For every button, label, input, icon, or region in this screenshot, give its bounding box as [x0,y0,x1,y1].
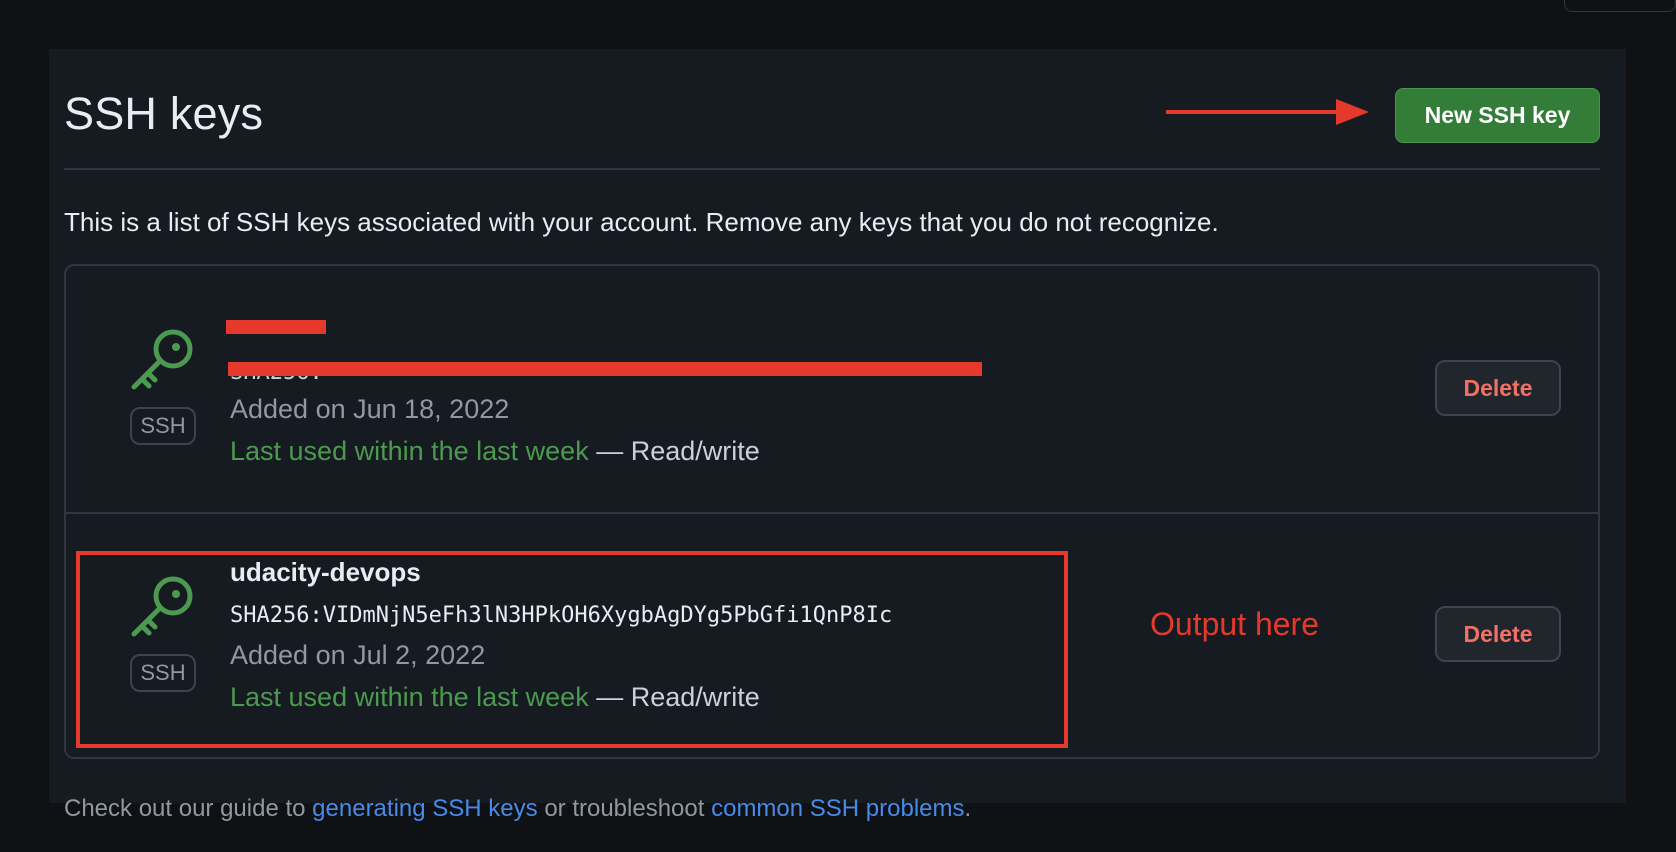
highlight-annotation-box [76,551,1068,748]
fingerprint-redaction [228,362,982,376]
page-title: SSH keys [64,88,264,139]
new-ssh-key-button[interactable]: New SSH key [1395,88,1600,143]
footer-prefix: Check out our guide to [64,795,306,822]
key-added-date: Added on Jun 18, 2022 [230,394,510,424]
help-footer: Check out our guide to generating SSH ke… [64,795,971,823]
annotation-text: Output here [1150,606,1319,642]
delete-key-button[interactable]: Delete [1435,360,1561,416]
ssh-badge: SSH [130,407,196,445]
key-access: Read/write [630,436,760,466]
footer-suffix: . [964,795,972,822]
usage-separator: — [596,436,624,466]
key-last-used: Last used within the last week [230,436,589,466]
footer-middle: or troubleshoot [544,795,705,822]
key-usage: Last used within the last week — Read/wr… [230,436,760,467]
top-corner-control [1564,0,1676,12]
key-name-redaction [226,320,326,334]
common-ssh-problems-link[interactable]: common SSH problems [711,795,964,822]
title-divider [64,168,1600,170]
generating-ssh-keys-link[interactable]: generating SSH keys [312,795,537,822]
key-icon [131,329,193,390]
key-row-divider [66,512,1598,514]
intro-text: This is a list of SSH keys associated wi… [64,207,1219,237]
delete-key-button[interactable]: Delete [1435,606,1561,662]
arrow-annotation-icon [1166,99,1369,125]
